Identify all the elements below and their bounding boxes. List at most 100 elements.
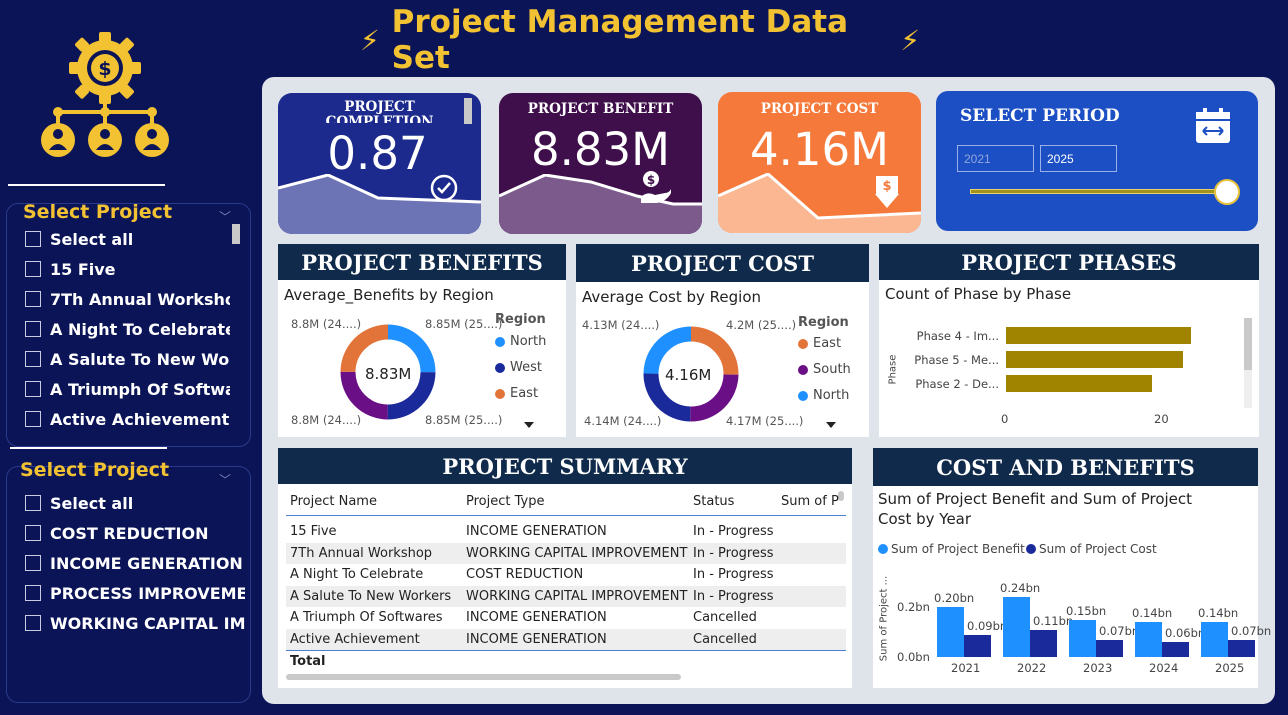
- legend-label: East: [510, 386, 539, 401]
- hand-dollar-icon: $: [641, 171, 671, 203]
- slicer-item-label: 7Th Annual Workshop: [50, 289, 230, 309]
- data-label: 0.20bn: [934, 591, 975, 605]
- chevron-down-icon[interactable]: ﹀: [219, 471, 231, 488]
- card-header: COST AND BENEFITS: [873, 448, 1258, 486]
- slicer-item-label: A Night To Celebrate: [50, 319, 230, 339]
- slicer-item[interactable]: Select all: [25, 224, 230, 254]
- benefit-bar[interactable]: [937, 607, 964, 657]
- column-header[interactable]: Project Name: [286, 494, 462, 509]
- checkbox[interactable]: [25, 411, 41, 427]
- period-from-input[interactable]: 2021: [957, 145, 1034, 172]
- cost-bar[interactable]: [1162, 642, 1189, 657]
- chevron-down-icon[interactable]: ﹀: [219, 208, 231, 225]
- benefit-bar[interactable]: [1201, 622, 1228, 657]
- table-cell: Cancelled: [693, 631, 757, 647]
- chart-subtitle-line: Sum of Project Benefit and Sum of Projec…: [878, 490, 1193, 508]
- page-header: ⚡ Project Management Data Set ⚡: [360, 4, 920, 76]
- column-header[interactable]: Sum of P: [777, 494, 846, 509]
- checkbox[interactable]: [25, 351, 41, 367]
- slicer-item[interactable]: WORKING CAPITAL IM...: [25, 608, 245, 638]
- period-to-input[interactable]: 2025: [1040, 145, 1117, 172]
- slicer-item[interactable]: 7Th Annual Workshop: [25, 284, 230, 314]
- table-row[interactable]: A Triumph Of Softwares INCOME GENERATION C…: [286, 607, 846, 629]
- legend-item[interactable]: North: [798, 388, 849, 403]
- checkbox[interactable]: [25, 495, 41, 511]
- slicer-item[interactable]: COST REDUCTION: [25, 518, 245, 548]
- column-header[interactable]: Status: [689, 494, 777, 509]
- data-label: 4.13M (24....): [582, 318, 660, 332]
- cost-bar[interactable]: [1096, 639, 1123, 657]
- select-period-panel: SELECT PERIOD 2021 2025: [936, 91, 1258, 231]
- legend-dot: [798, 364, 808, 375]
- checkbox[interactable]: [25, 261, 41, 277]
- table-row[interactable]: 7Th Annual Workshop WORKING CAPITAL IMPRO…: [286, 542, 846, 564]
- checkbox[interactable]: [25, 231, 41, 247]
- table-row[interactable]: A Salute To New Workers WORKING CAPITAL I…: [286, 585, 846, 607]
- x-tick: 0: [1001, 412, 1009, 426]
- checkbox[interactable]: [25, 585, 41, 601]
- scrollbar-thumb[interactable]: [1244, 318, 1252, 370]
- project-slicer[interactable]: Select Project ﹀ Select all 15 Five 7Th An…: [6, 201, 251, 447]
- legend-dot: [495, 388, 505, 399]
- slicer-item[interactable]: A Night To Celebrate: [25, 314, 230, 344]
- x-tick: 2023: [1083, 661, 1113, 675]
- legend-item[interactable]: East: [798, 336, 841, 351]
- column-header[interactable]: Project Type: [462, 494, 689, 509]
- cost-bar[interactable]: [1030, 629, 1057, 657]
- y-tick: 0.0bn: [897, 650, 930, 664]
- legend-item[interactable]: South: [798, 362, 851, 377]
- checkbox[interactable]: [25, 525, 41, 541]
- scrollbar[interactable]: [464, 98, 472, 124]
- legend-item[interactable]: West: [495, 360, 542, 375]
- cost-bar[interactable]: [1228, 639, 1255, 657]
- table-row[interactable]: A Night To Celebrate COST REDUCTION In - P…: [286, 564, 846, 586]
- legend-dot: [495, 336, 505, 347]
- project-summary-table: Project Name Project Type Status Sum of P 1…: [286, 488, 846, 672]
- legend-more-icon[interactable]: [524, 422, 534, 428]
- slicer-item[interactable]: Select all: [25, 488, 245, 518]
- slicer-item[interactable]: Active Achievement: [25, 404, 230, 434]
- phase-bar[interactable]: [1006, 351, 1184, 368]
- legend-more-icon[interactable]: [826, 422, 836, 428]
- slicer-item-label: A Triumph Of Softwares: [50, 379, 230, 399]
- phase-bar[interactable]: [1006, 375, 1153, 392]
- scrollbar[interactable]: [232, 224, 240, 244]
- horizontal-scrollbar[interactable]: [286, 674, 681, 680]
- project-cost-card: PROJECT COST Average Cost by Region 4.16…: [576, 244, 869, 437]
- benefit-bar[interactable]: [1135, 622, 1162, 657]
- slicer-item[interactable]: INCOME GENERATION: [25, 548, 245, 578]
- slicer-item[interactable]: 15 Five: [25, 254, 230, 284]
- legend-label: North: [813, 388, 850, 403]
- gear-dollar-people-network-icon: $: [41, 32, 169, 157]
- checkbox[interactable]: [25, 615, 41, 631]
- slicer-item[interactable]: A Salute To New Work...: [25, 344, 230, 374]
- table-cell: 15 Five: [290, 524, 337, 540]
- legend-label: Sum of Project Cost: [1039, 542, 1157, 556]
- checkbox[interactable]: [25, 291, 41, 307]
- legend-label: West: [510, 360, 542, 375]
- project-phases-card: PROJECT PHASES Count of Phase by Phase P…: [879, 244, 1259, 437]
- legend-item[interactable]: East: [495, 386, 538, 401]
- legend-item[interactable]: Sum of Project Cost: [1026, 542, 1157, 556]
- project-type-slicer[interactable]: Select Project ﹀ Select all COST REDUCTIO…: [6, 459, 251, 703]
- legend-item[interactable]: Sum of Project Benefit: [878, 542, 1025, 556]
- benefit-bar[interactable]: [1003, 597, 1030, 657]
- checkbox[interactable]: [25, 555, 41, 571]
- scrollbar-track[interactable]: [1244, 318, 1252, 408]
- kpi-label-line: PROJECT: [344, 99, 415, 115]
- table-row[interactable]: 15 Five INCOME GENERATION In - Progress: [286, 521, 846, 543]
- period-slider-handle[interactable]: [1214, 179, 1240, 205]
- checkbox[interactable]: [25, 381, 41, 397]
- table-cell: WORKING CAPITAL IMPROVEMENT: [466, 588, 688, 604]
- x-tick: 20: [1154, 412, 1169, 426]
- slicer-item-label: WORKING CAPITAL IM...: [50, 613, 245, 633]
- checkbox[interactable]: [25, 321, 41, 337]
- legend-item[interactable]: North: [495, 334, 546, 349]
- cost-bar[interactable]: [964, 634, 991, 657]
- slicer-item[interactable]: PROCESS IMPROVEME...: [25, 578, 245, 608]
- phase-bar[interactable]: [1006, 327, 1191, 344]
- table-row[interactable]: Active Achievement INCOME GENERATION Cance…: [286, 628, 846, 650]
- period-slider-track[interactable]: [970, 189, 1226, 194]
- slicer-item[interactable]: A Triumph Of Softwares: [25, 374, 230, 404]
- benefit-bar[interactable]: [1069, 619, 1096, 657]
